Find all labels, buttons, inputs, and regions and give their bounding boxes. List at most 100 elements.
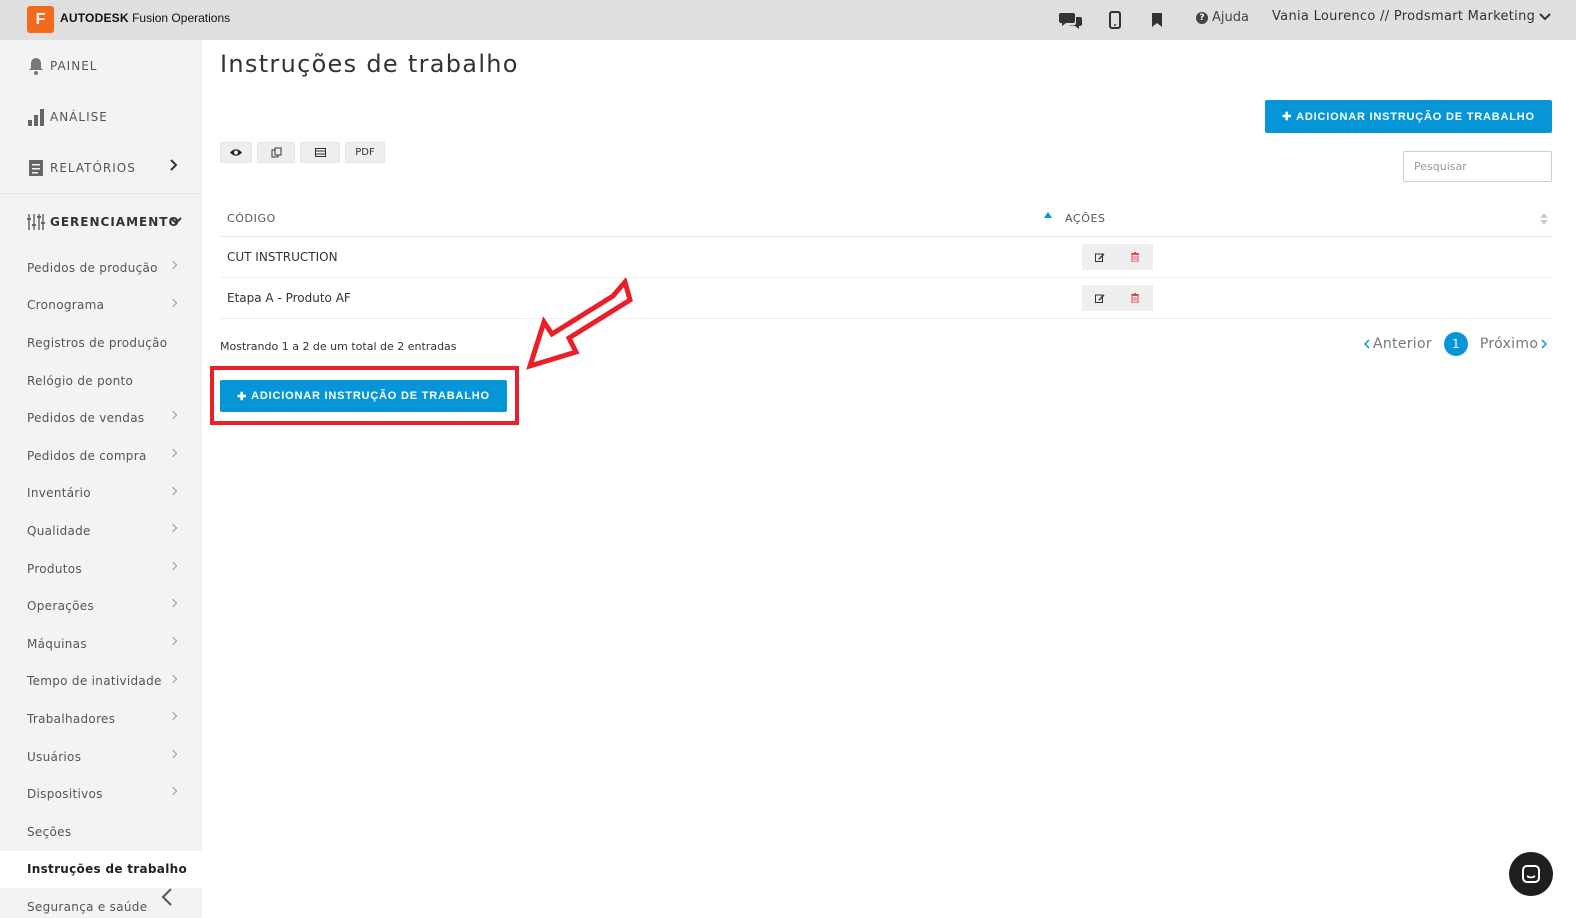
chevron-right-icon [168,787,178,796]
sidebar-item[interactable]: Dispositivos [0,775,202,813]
column-header-actions: AÇÕES [1065,212,1106,225]
sidebar-item[interactable]: Máquinas [0,625,202,663]
sidebar-item[interactable]: Operações [0,587,202,625]
help-link[interactable]: ? Ajuda [1196,10,1249,25]
sidebar-item[interactable]: Tempo de inatividade [0,663,202,701]
sidebar-item[interactable]: Pedidos de vendas [0,399,202,437]
sidebar-item-painel[interactable]: PAINEL [0,40,202,91]
page-title: Instruções de trabalho [220,50,519,78]
user-label: Vania Lourenco // Prodsmart Marketing [1272,9,1536,24]
sidebar: PAINEL ANÁLISE RELATÓRIOS GERENCIAMENTO … [0,40,202,918]
annotation-arrow-icon [526,278,633,370]
chevron-right-icon [168,298,178,307]
top-bar: F AUTODESK Fusion Operations ? Ajuda Van… [0,0,1576,40]
column-header-code[interactable]: CÓDIGO [227,212,276,225]
table-header: CÓDIGO AÇÕES [220,198,1552,237]
sidebar-item[interactable]: Produtos [0,550,202,588]
table-export-icon[interactable] [300,142,340,163]
edit-icon[interactable] [1082,244,1117,270]
collapse-sidebar-icon[interactable] [160,887,180,907]
work-instructions-table: CÓDIGO AÇÕES CUT INSTRUCTION Etapa A - P… [220,198,1552,319]
pagination-next[interactable]: Próximo [1479,336,1548,352]
sidebar-item-label: Instruções de trabalho [27,862,188,877]
fusion-logo[interactable]: F [27,6,54,33]
brand-product: Fusion Operations [132,11,231,25]
pagination-page[interactable]: 1 [1443,332,1468,356]
sidebar-item[interactable]: Cronograma [0,287,202,325]
add-work-instruction-button-bottom[interactable]: ✚ ADICIONAR INSTRUÇÃO DE TRABALHO [220,380,507,412]
sidebar-item-label: Seções [27,824,72,839]
chat-bubble-icon[interactable] [1509,852,1553,896]
copy-icon[interactable] [257,142,295,163]
row-actions [1082,244,1153,270]
pagination-prev-label: Anterior [1373,336,1432,352]
sidebar-item-analise[interactable]: ANÁLISE [0,91,202,142]
chevron-right-icon [168,599,178,608]
chevron-right-icon [168,486,178,495]
chat-icon[interactable] [1059,8,1083,32]
sidebar-item-label: Segurança e saúde [27,899,148,914]
chevron-down-icon [1539,12,1551,20]
search-input[interactable] [1403,151,1552,182]
chevron-right-icon [168,448,178,458]
chevron-right-icon [168,749,178,758]
row-code: Etapa A - Produto AF [227,291,351,305]
sidebar-item-label: Qualidade [27,523,91,538]
sidebar-item-label: Trabalhadores [27,711,116,726]
main-content: Instruções de trabalho ✚ ADICIONAR INSTR… [202,40,1576,918]
delete-icon[interactable] [1117,244,1152,270]
sort-ascending-icon[interactable] [1044,212,1052,218]
plus-icon: ✚ [237,390,248,403]
chevron-left-icon [1364,339,1370,349]
sidebar-item[interactable]: Inventário [0,475,202,513]
pagination-prev[interactable]: Anterior [1364,336,1432,352]
chevron-right-icon [1541,339,1548,349]
sidebar-item-label: Operações [27,599,95,614]
sidebar-item[interactable]: Trabalhadores [0,700,202,738]
sidebar-item-label: ANÁLISE [50,109,108,124]
sidebar-item-label: Registros de produção [27,335,168,350]
sidebar-item-label: Pedidos de vendas [27,411,145,426]
mobile-icon[interactable] [1103,8,1127,32]
pagination: Anterior 1 Próximo [1364,332,1548,356]
sidebar-group-label: GERENCIAMENTO [50,214,180,229]
sidebar-group-gerenciamento[interactable]: GERENCIAMENTO [0,194,202,249]
brand-name: AUTODESK Fusion Operations [60,11,230,25]
bookmark-icon[interactable] [1145,8,1169,32]
brand-autodesk: AUTODESK [60,11,129,25]
sidebar-item-label: Máquinas [27,636,87,651]
sliders-icon [27,213,45,231]
bell-icon [27,57,45,75]
sidebar-item[interactable]: Seções [0,813,202,851]
sidebar-item-label: Cronograma [27,298,105,313]
chevron-down-icon [170,217,182,225]
sidebar-item-label: Pedidos de produção [27,260,158,275]
sort-icon[interactable] [1540,213,1548,225]
sidebar-item[interactable]: Instruções de trabalho [0,850,202,889]
sidebar-item[interactable]: Relógio de ponto [0,362,202,400]
sidebar-item[interactable]: Qualidade [0,512,202,550]
sidebar-item-label: Produtos [27,561,82,576]
sidebar-item[interactable]: Pedidos de compra [0,437,202,475]
button-label: ADICIONAR INSTRUÇÃO DE TRABALHO [251,390,490,402]
button-label: ADICIONAR INSTRUÇÃO DE TRABALHO [1296,110,1535,123]
table-row: Etapa A - Produto AF [220,278,1552,319]
add-work-instruction-button-top[interactable]: ✚ ADICIONAR INSTRUÇÃO DE TRABALHO [1265,100,1552,133]
sidebar-item[interactable]: Registros de produção [0,324,202,362]
report-icon [27,159,45,177]
help-label: Ajuda [1212,10,1249,25]
chevron-right-icon [168,411,178,420]
pagination-next-label: Próximo [1479,336,1539,352]
chevron-right-icon [168,711,178,721]
user-menu[interactable]: Vania Lourenco // Prodsmart Marketing [1272,9,1551,24]
sidebar-item[interactable]: Pedidos de produção [0,249,202,287]
delete-icon[interactable] [1117,285,1152,311]
chevron-right-icon [168,561,178,570]
sidebar-item-relatorios[interactable]: RELATÓRIOS [0,142,202,193]
sidebar-item-label: Relógio de ponto [27,373,134,388]
eye-icon[interactable] [220,142,252,163]
edit-icon[interactable] [1082,285,1117,311]
sidebar-item[interactable]: Usuários [0,738,202,776]
pdf-export-button[interactable]: PDF [345,142,385,163]
export-toolbar: PDF [220,142,385,163]
